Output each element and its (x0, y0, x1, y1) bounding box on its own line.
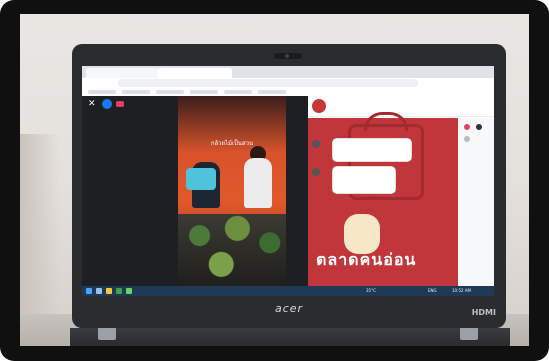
browser-tab[interactable] (86, 68, 160, 78)
settings-icon[interactable] (464, 136, 470, 142)
side-toolbar (458, 118, 494, 286)
photo-background: ✕ กล้วยไม้เป็นสวน ตลาดคนอ่อน 35°C ENG 10… (20, 14, 529, 346)
taskbar-clock[interactable]: 10:52 AM (452, 288, 471, 294)
close-icon[interactable]: ✕ (88, 100, 96, 109)
chat-message (332, 138, 412, 162)
live-video[interactable]: กล้วยไม้เป็นสวน (178, 96, 286, 286)
chrome-icon[interactable] (116, 288, 122, 294)
browser-address-bar (82, 78, 494, 88)
chat-message (332, 166, 396, 194)
bookmark-item[interactable] (88, 90, 116, 94)
laptop-bezel: ✕ กล้วยไม้เป็นสวน ตลาดคนอ่อน 35°C ENG 10… (72, 44, 506, 328)
webcam-lens (285, 54, 289, 58)
facebook-logo-icon (102, 99, 112, 109)
chat-pane: ตลาดคนอ่อน (308, 96, 494, 286)
live-badge (116, 101, 124, 107)
hdmi-label: HDMI (471, 308, 496, 317)
file-explorer-icon[interactable] (106, 288, 112, 294)
orchid-plants (178, 214, 286, 286)
webcam (274, 53, 302, 59)
windows-start-icon[interactable] (86, 288, 92, 294)
bookmark-item[interactable] (258, 90, 286, 94)
bookmark-item[interactable] (224, 90, 252, 94)
windows-taskbar: 35°C ENG 10:52 AM (82, 286, 494, 296)
taskbar-weather: 35°C (366, 288, 376, 293)
avatar[interactable] (312, 140, 320, 148)
page-avatar[interactable] (312, 99, 326, 113)
live-video-pane: ✕ กล้วยไม้เป็นสวน (82, 96, 308, 286)
notification-icon[interactable] (464, 124, 470, 130)
taskbar-language[interactable]: ENG (428, 288, 437, 294)
line-app-icon[interactable] (126, 288, 132, 294)
laptop-base (70, 328, 510, 346)
chat-header (308, 96, 494, 117)
bookmark-item[interactable] (190, 90, 218, 94)
bookmark-item[interactable] (156, 90, 184, 94)
search-icon[interactable] (96, 288, 102, 294)
url-field[interactable] (118, 79, 418, 87)
background-blur (20, 134, 60, 334)
shirt-held-up (186, 168, 216, 190)
presenter-right (244, 158, 272, 208)
avatar[interactable] (312, 168, 320, 176)
browser-tab-active[interactable] (158, 68, 232, 78)
menu-icon[interactable] (476, 124, 482, 130)
sticker-text: ตลาดคนอ่อน (316, 250, 417, 269)
laptop-screen: ✕ กล้วยไม้เป็นสวน ตลาดคนอ่อน 35°C ENG 10… (82, 66, 494, 296)
laptop-brand-logo: acer (274, 302, 304, 315)
chat-messages: ตลาดคนอ่อน (308, 112, 458, 286)
stream-banner-text: กล้วยไม้เป็นสวน (210, 140, 254, 147)
photo-frame: ✕ กล้วยไม้เป็นสวน ตลาดคนอ่อน 35°C ENG 10… (0, 0, 549, 361)
browser-tab-bar (82, 66, 494, 78)
bookmark-item[interactable] (122, 90, 150, 94)
